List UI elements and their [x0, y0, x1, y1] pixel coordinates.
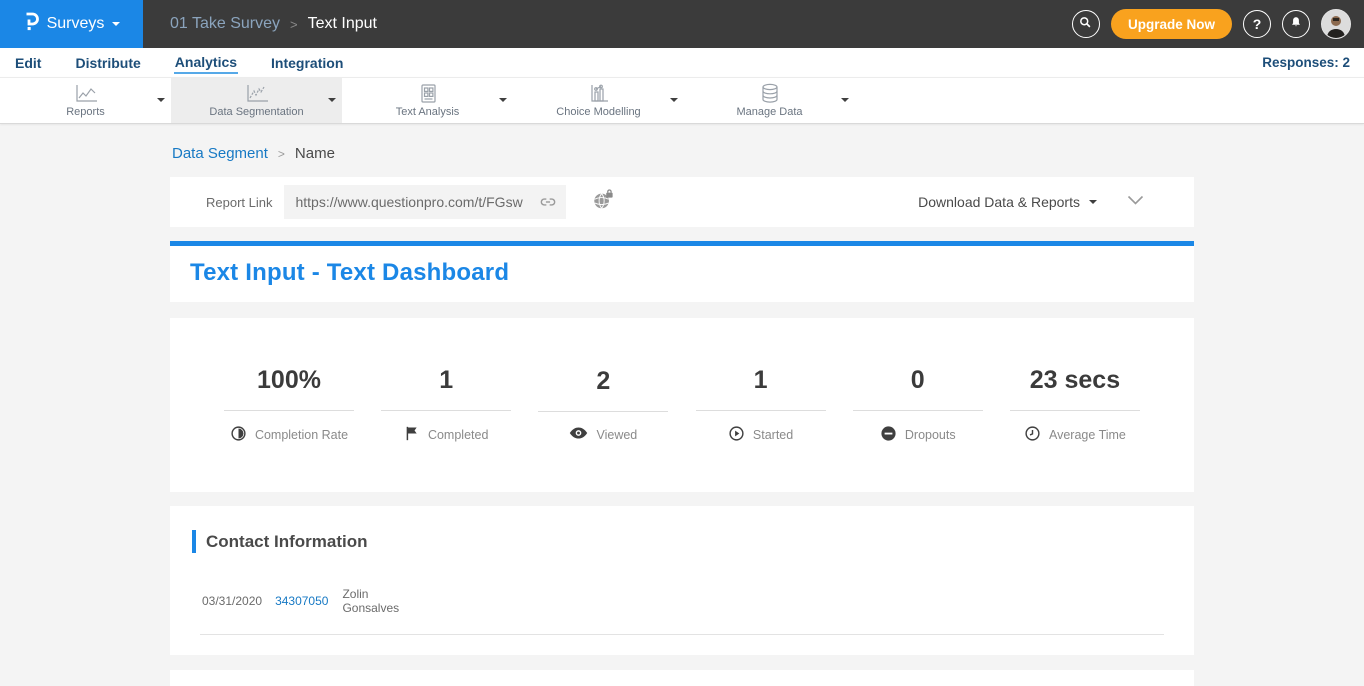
tab-distribute[interactable]: Distribute — [74, 53, 141, 73]
tab-integration[interactable]: Integration — [270, 53, 344, 73]
tab-edit[interactable]: Edit — [14, 53, 42, 73]
contact-information-card: Contact Information 03/31/2020 34307050 … — [170, 506, 1194, 655]
stat-dropouts: 0 Dropouts — [843, 366, 993, 445]
stat-completed: 1 Completed — [371, 366, 521, 445]
stat-value: 2 — [528, 367, 678, 396]
dashboard-title-card: Text Input - Text Dashboard — [170, 241, 1194, 302]
stat-value: 100% — [214, 366, 364, 395]
toolbar-item-label: Choice Modelling — [556, 106, 640, 118]
bell-icon — [1289, 15, 1303, 33]
row-divider — [200, 634, 1164, 635]
collapse-chevron-icon[interactable] — [1127, 193, 1144, 211]
completion-rate-icon — [230, 425, 247, 445]
stat-label: Viewed — [596, 428, 637, 442]
stat-value: 1 — [686, 366, 836, 395]
breadcrumb-data-segment-link[interactable]: Data Segment — [172, 145, 268, 162]
respondent-first-name: Zolin — [342, 587, 368, 601]
play-circle-icon — [728, 425, 745, 445]
response-id-link[interactable]: 34307050 — [275, 594, 328, 608]
stat-viewed: 2 Viewed — [528, 367, 678, 443]
chevron-down-icon — [1089, 200, 1097, 208]
toolbar-item-label: Reports — [66, 106, 105, 118]
stat-label: Average Time — [1049, 428, 1126, 442]
tab-analytics[interactable]: Analytics — [174, 52, 238, 74]
chevron-down-icon — [112, 22, 120, 30]
report-link-label: Report Link — [206, 195, 272, 210]
breadcrumb-current-page: Text Input — [308, 15, 377, 33]
stat-label: Completion Rate — [255, 428, 348, 442]
text-document-icon — [418, 83, 438, 104]
breadcrumb-survey-link[interactable]: 01 Take Survey — [170, 15, 280, 33]
stat-started: 1 Started — [686, 366, 836, 445]
breadcrumb-separator: > — [290, 17, 298, 32]
toolbar-item-label: Text Analysis — [396, 106, 460, 118]
breadcrumb-current: Name — [295, 145, 335, 162]
breadcrumb-separator: > — [278, 147, 285, 161]
globe-lock-icon[interactable] — [592, 189, 614, 216]
minus-circle-icon — [880, 425, 897, 445]
toolbar-item-data-segmentation[interactable]: Data Segmentation — [171, 78, 342, 123]
chevron-down-icon — [157, 98, 165, 106]
responses-count[interactable]: Responses: 2 — [1262, 55, 1350, 70]
stat-average-time: 23 secs Average Time — [1000, 366, 1150, 445]
eye-icon — [569, 426, 588, 443]
stat-label: Dropouts — [905, 428, 956, 442]
download-data-reports-label: Download Data & Reports — [918, 194, 1080, 210]
clock-icon — [1024, 425, 1041, 445]
surveys-product-menu[interactable]: Surveys — [0, 0, 143, 48]
header-actions: Upgrade Now ? — [1072, 9, 1364, 39]
dashboard-title: Text Input - Text Dashboard — [190, 259, 1174, 287]
section-accent-bar — [192, 530, 196, 553]
respondent-last-name: Gonsalves — [342, 601, 399, 615]
contact-row: 03/31/2020 34307050 Zolin Gonsalves — [202, 587, 1164, 615]
toolbar-item-text-analysis[interactable]: Text Analysis — [342, 78, 513, 123]
line-chart-icon — [74, 84, 98, 104]
response-date: 03/31/2020 — [202, 594, 262, 608]
scatter-chart-icon — [587, 84, 611, 104]
breadcrumb: 01 Take Survey > Text Input — [170, 15, 377, 33]
stat-label: Completed — [428, 428, 488, 442]
help-button[interactable]: ? — [1243, 10, 1271, 38]
survey-subnav: Edit Distribute Analytics Integration Re… — [0, 48, 1364, 77]
stat-value: 0 — [843, 366, 993, 395]
stat-value: 23 secs — [1000, 366, 1150, 395]
top-header: Surveys 01 Take Survey > Text Input Upgr… — [0, 0, 1364, 48]
product-label: Surveys — [47, 15, 105, 33]
page-content: Data Segment > Name Report Link — [0, 124, 1364, 686]
toolbar-item-choice-modelling[interactable]: Choice Modelling — [513, 78, 684, 123]
chevron-down-icon — [328, 98, 336, 106]
report-link-bar: Report Link — [170, 177, 1194, 227]
section-title: Contact Information — [206, 532, 368, 552]
toolbar-item-manage-data[interactable]: Manage Data — [684, 78, 855, 123]
chevron-down-icon — [670, 98, 678, 106]
chevron-down-icon — [499, 98, 507, 106]
next-section-card — [170, 670, 1194, 686]
link-icon[interactable] — [538, 192, 558, 217]
user-avatar[interactable] — [1321, 9, 1351, 39]
toolbar-item-reports[interactable]: Reports — [0, 78, 171, 123]
download-data-reports-dropdown[interactable]: Download Data & Reports — [918, 194, 1097, 210]
survey-stats-card: 100% Completion Rate 1 — [170, 318, 1194, 492]
segment-breadcrumb: Data Segment > Name — [172, 145, 1194, 162]
database-icon — [759, 83, 781, 104]
search-icon — [1078, 15, 1093, 33]
stat-completion-rate: 100% Completion Rate — [214, 366, 364, 445]
upgrade-now-button[interactable]: Upgrade Now — [1111, 9, 1232, 39]
report-link-input[interactable] — [284, 185, 566, 219]
stat-label: Started — [753, 428, 793, 442]
chevron-down-icon — [841, 98, 849, 106]
flag-icon — [404, 425, 420, 445]
toolbar-item-label: Manage Data — [736, 106, 802, 118]
segmentation-chart-icon — [245, 84, 269, 104]
toolbar-item-label: Data Segmentation — [209, 106, 303, 118]
analytics-toolbar: Reports Data Segmentation Text Analysis — [0, 77, 1364, 124]
notifications-button[interactable] — [1282, 10, 1310, 38]
search-button[interactable] — [1072, 10, 1100, 38]
question-mark-icon: ? — [1253, 16, 1262, 32]
questionpro-logo-icon — [23, 11, 39, 37]
stat-value: 1 — [371, 366, 521, 395]
respondent-name: Zolin Gonsalves — [342, 587, 399, 615]
